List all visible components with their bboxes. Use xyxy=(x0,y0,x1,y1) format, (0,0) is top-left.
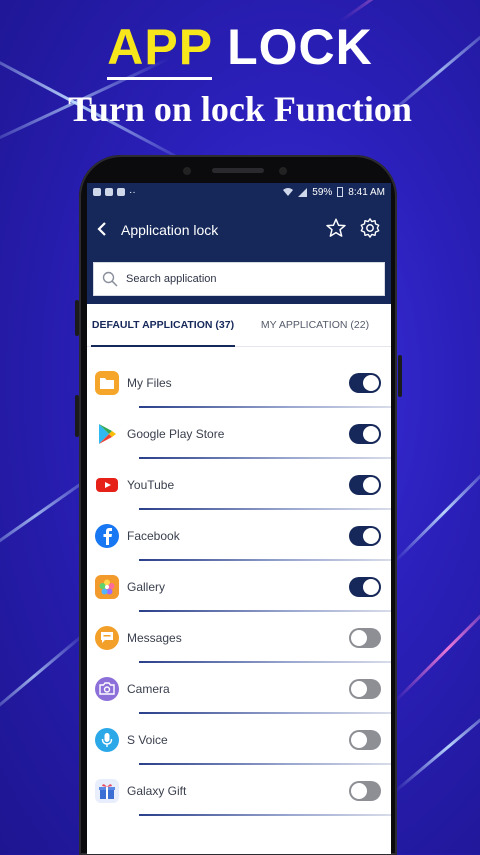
app-name: Messages xyxy=(127,630,182,645)
promo-subtitle: Turn on lock Function xyxy=(68,89,412,129)
app-list: My Files Google Play Store YouTube Faceb… xyxy=(87,347,391,816)
tab-default-application[interactable]: DEFAULT APPLICATION (37) xyxy=(87,304,239,347)
app-row-s-voice[interactable]: S Voice xyxy=(87,714,391,765)
lock-toggle[interactable] xyxy=(349,423,381,444)
phone-sensor xyxy=(279,167,287,175)
message-bubble-icon xyxy=(95,625,119,650)
star-icon[interactable] xyxy=(325,217,347,244)
lock-toggle[interactable] xyxy=(349,372,381,393)
app-row-google-play-store[interactable]: Google Play Store xyxy=(87,408,391,459)
promo-title-app: APP xyxy=(107,19,213,80)
notification-icon xyxy=(93,188,101,196)
toggle-knob xyxy=(351,680,367,697)
phone-speaker xyxy=(212,168,264,173)
lock-toggle[interactable] xyxy=(349,576,381,597)
tab-my-application[interactable]: MY APPLICATION (22) xyxy=(239,304,391,346)
phone-volume-button xyxy=(75,300,79,336)
toggle-knob xyxy=(363,578,379,595)
lock-toggle[interactable] xyxy=(349,525,381,546)
search-icon xyxy=(102,271,118,287)
app-name: Camera xyxy=(127,681,170,696)
app-row-my-files[interactable]: My Files xyxy=(87,357,391,408)
tab-bar: DEFAULT APPLICATION (37) MY APPLICATION … xyxy=(87,304,391,347)
app-row-camera[interactable]: Camera xyxy=(87,663,391,714)
app-name: YouTube xyxy=(127,477,175,492)
app-name: My Files xyxy=(127,375,172,390)
app-bar: Application lock xyxy=(87,201,391,259)
phone-front-camera xyxy=(183,167,191,175)
wifi-icon xyxy=(283,187,294,196)
app-name: S Voice xyxy=(127,732,168,747)
camera-icon xyxy=(95,676,119,701)
status-time: 8:41 AM xyxy=(348,186,385,198)
phone-power-button xyxy=(398,355,402,397)
app-row-gallery[interactable]: Gallery xyxy=(87,561,391,612)
more-notifications-icon: ·· xyxy=(129,186,136,198)
gift-icon xyxy=(95,778,119,803)
app-name: Google Play Store xyxy=(127,426,225,441)
shield-icon xyxy=(105,188,113,196)
search-container xyxy=(87,258,391,304)
toggle-knob xyxy=(351,782,367,799)
app-row-facebook[interactable]: Facebook xyxy=(87,510,391,561)
lock-toggle[interactable] xyxy=(349,729,381,750)
phone-bixby-button xyxy=(75,395,79,437)
youtube-notification-icon xyxy=(117,188,125,196)
toggle-knob xyxy=(363,527,379,544)
lock-toggle[interactable] xyxy=(349,780,381,801)
toggle-knob xyxy=(363,374,379,391)
signal-icon xyxy=(298,187,308,197)
facebook-icon xyxy=(95,523,119,548)
lock-toggle[interactable] xyxy=(349,627,381,648)
battery-percent: 59% xyxy=(312,186,333,198)
gallery-flower-icon xyxy=(95,574,119,599)
toggle-knob xyxy=(363,476,379,493)
chevron-left-icon[interactable] xyxy=(97,220,117,241)
app-row-galaxy-gift[interactable]: Galaxy Gift xyxy=(87,765,391,816)
app-name: Facebook xyxy=(127,528,180,543)
app-row-messages[interactable]: Messages xyxy=(87,612,391,663)
lock-toggle[interactable] xyxy=(349,474,381,495)
promo-title: APP LOCK xyxy=(0,18,480,80)
app-name: Gallery xyxy=(127,579,166,594)
folder-icon xyxy=(95,370,119,395)
app-name: Galaxy Gift xyxy=(127,783,187,798)
promo-title-lock: LOCK xyxy=(227,19,373,75)
gear-icon[interactable] xyxy=(359,217,381,244)
page-title: Application lock xyxy=(121,222,219,238)
status-bar: ·· 59% 8:41 AM xyxy=(87,183,391,201)
lock-toggle[interactable] xyxy=(349,678,381,699)
app-row-youtube[interactable]: YouTube xyxy=(87,459,391,510)
toggle-knob xyxy=(351,629,367,646)
battery-icon xyxy=(337,187,344,197)
phone-screen: ·· 59% 8:41 AM Application lock Search a… xyxy=(87,183,391,854)
play-store-icon xyxy=(95,422,119,446)
youtube-icon xyxy=(95,473,119,497)
search-box[interactable] xyxy=(93,262,385,296)
microphone-icon xyxy=(95,727,119,752)
toggle-knob xyxy=(351,731,367,748)
search-input[interactable] xyxy=(124,272,348,286)
toggle-knob xyxy=(363,425,379,442)
